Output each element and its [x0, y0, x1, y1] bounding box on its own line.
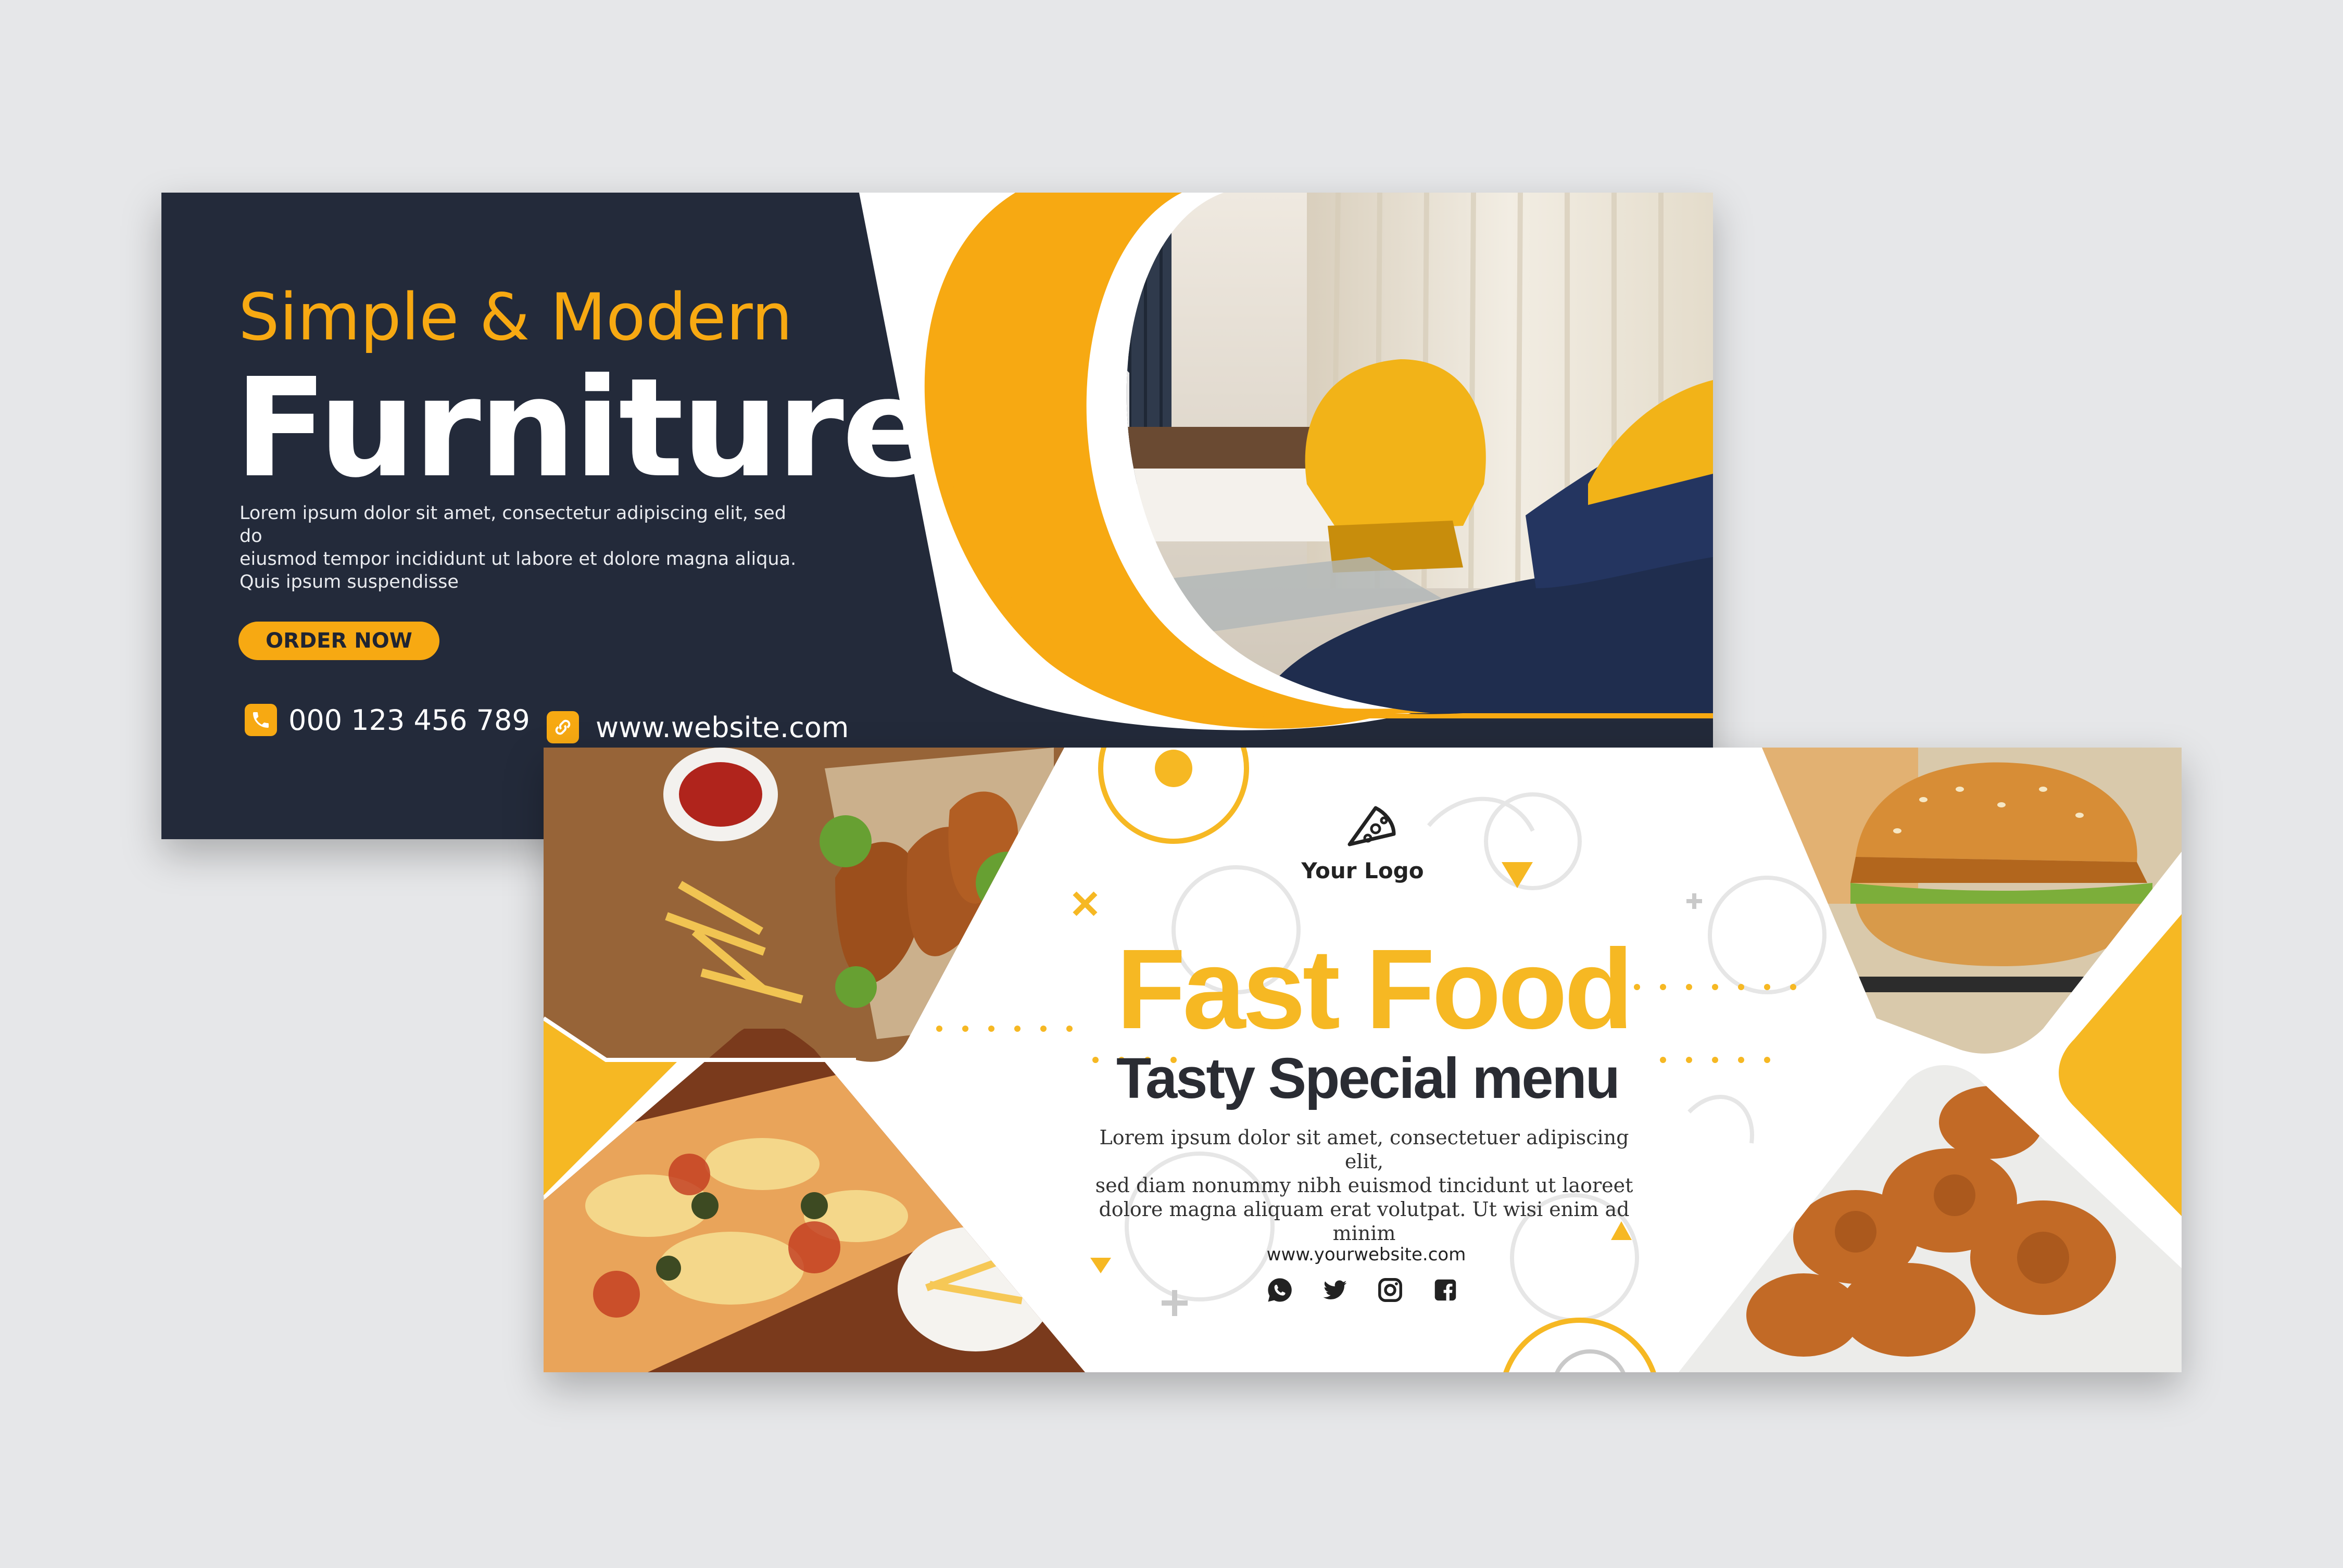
fast-food-title: Fast Food: [1116, 926, 1633, 1053]
furniture-subtitle: Simple & Modern: [238, 280, 793, 355]
fast-food-body-line: Lorem ipsum dolor sit amet, consectetuer…: [1099, 1126, 1629, 1173]
fast-food-subtitle: Tasty Special menu: [1116, 1046, 1620, 1110]
instagram-icon[interactable]: [1375, 1274, 1406, 1306]
fast-food-body-text: Lorem ipsum dolor sit amet, consectetuer…: [1078, 1126, 1651, 1245]
order-now-button[interactable]: ORDER NOW: [238, 622, 439, 660]
furniture-body-text: Lorem ipsum dolor sit amet, consectetur …: [240, 502, 812, 593]
phone-icon: [245, 704, 277, 736]
fast-food-website[interactable]: www.yourwebsite.com: [1220, 1244, 1512, 1265]
furniture-body-line: eiusmod tempor incididunt ut labore et d…: [240, 549, 797, 570]
twitter-icon[interactable]: [1319, 1274, 1351, 1306]
facebook-icon[interactable]: [1430, 1274, 1461, 1306]
fast-food-body-line: sed diam nonummy nibh euismod tincidunt …: [1095, 1174, 1633, 1197]
website-link[interactable]: www.website.com: [596, 711, 849, 744]
phone-number: 000 123 456 789: [288, 704, 530, 737]
furniture-body-line: Lorem ipsum dolor sit amet, consectetur …: [240, 503, 786, 547]
logo-text: Your Logo: [1301, 858, 1424, 883]
pizza-logo-icon: [1339, 798, 1402, 855]
furniture-title: Furniture: [234, 349, 935, 508]
furniture-banner: Simple & Modern Furniture Lorem ipsum do…: [161, 193, 1713, 839]
furniture-body-line: Quis ipsum suspendisse: [240, 572, 459, 592]
whatsapp-icon[interactable]: [1264, 1274, 1295, 1306]
link-icon: [547, 711, 579, 743]
fast-food-body-line: dolore magna aliquam erat volutpat. Ut w…: [1099, 1198, 1630, 1245]
fast-food-banner: Your Logo Fast Food Tasty Special menu L…: [544, 748, 2182, 1372]
